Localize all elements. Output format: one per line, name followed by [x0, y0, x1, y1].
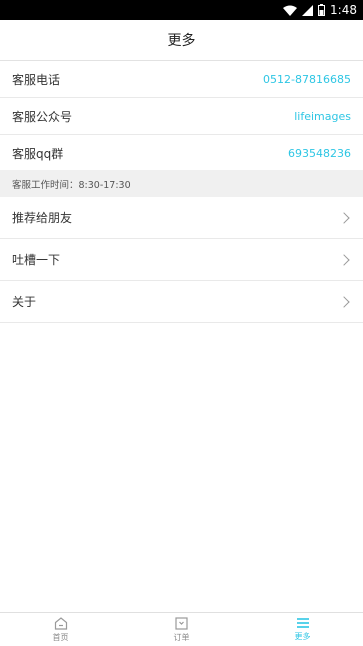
tab-home[interactable]: 首页	[0, 613, 121, 646]
nav-bar: 更多	[0, 20, 363, 61]
menu-item-label: 关于	[12, 295, 37, 309]
contact-wechat-value[interactable]: lifeimages	[294, 110, 351, 123]
menu-item-recommend[interactable]: 推荐给朋友	[0, 197, 363, 239]
tab-more[interactable]: 更多	[242, 613, 363, 646]
contact-qq-value[interactable]: 693548236	[288, 147, 351, 160]
contact-wechat-label: 客服公众号	[12, 109, 73, 124]
page-title: 更多	[167, 33, 196, 49]
order-icon	[175, 616, 188, 630]
contact-phone-value[interactable]: 0512-87816685	[263, 73, 351, 86]
contact-phone-label: 客服电话	[12, 72, 61, 87]
signal-icon	[302, 4, 314, 16]
battery-icon	[318, 4, 326, 16]
menu-item-feedback[interactable]: 吐槽一下	[0, 239, 363, 281]
tab-order-label: 订单	[173, 632, 190, 642]
tab-order[interactable]: 订单	[121, 613, 242, 646]
contact-row-qq[interactable]: 客服qq群 693548236	[0, 135, 363, 172]
tab-more-label: 更多	[294, 632, 311, 641]
service-hours-text: 客服工作时间：8:30-17:30	[12, 179, 131, 191]
menu-item-label: 推荐给朋友	[12, 211, 73, 225]
chevron-right-icon	[338, 253, 350, 266]
contact-row-phone[interactable]: 客服电话 0512-87816685	[0, 61, 363, 98]
contact-row-wechat[interactable]: 客服公众号 lifeimages	[0, 98, 363, 135]
tab-home-label: 首页	[52, 632, 69, 642]
bottom-tab-bar: 首页 订单 更多	[0, 612, 363, 646]
chevron-right-icon	[338, 295, 350, 308]
home-icon	[54, 616, 67, 630]
contact-qq-label: 客服qq群	[12, 146, 64, 161]
wifi-icon	[283, 5, 298, 16]
menu-item-label: 吐槽一下	[12, 253, 61, 267]
chevron-right-icon	[338, 211, 350, 224]
service-hours-hint: 客服工作时间：8:30-17:30	[0, 170, 363, 197]
status-bar: 1:48	[0, 0, 363, 20]
menu-list: 推荐给朋友 吐槽一下 关于	[0, 197, 363, 323]
contact-list: 客服电话 0512-87816685 客服公众号 lifeimages 客服qq…	[0, 61, 363, 172]
status-time: 1:48	[330, 3, 357, 17]
more-icon	[296, 618, 309, 628]
menu-item-about[interactable]: 关于	[0, 281, 363, 323]
